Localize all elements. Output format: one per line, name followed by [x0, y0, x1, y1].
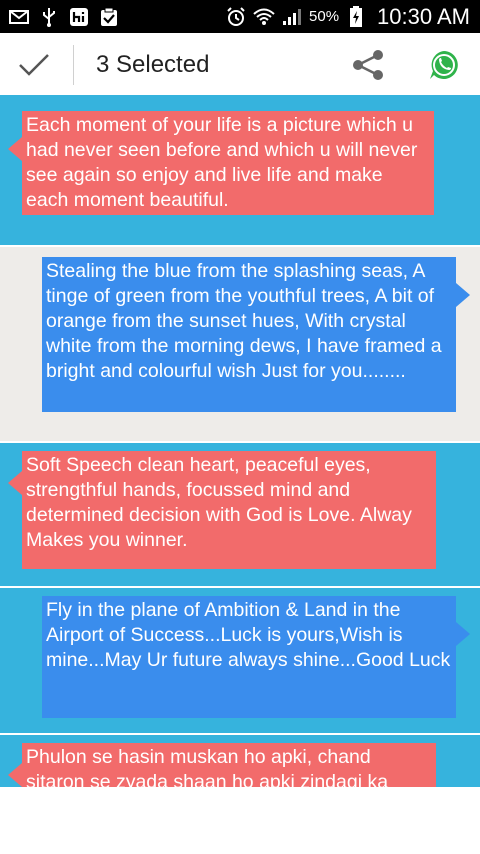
wifi-icon [253, 7, 275, 27]
status-bar: 50% 10:30 AM [0, 0, 480, 33]
action-bar: 3 Selected [0, 33, 480, 97]
alarm-icon [225, 6, 247, 27]
action-bar-divider [73, 45, 74, 85]
battery-percent: 50% [309, 8, 340, 25]
list-item[interactable]: Phulon se hasin muskan ho apki, chand si… [0, 735, 480, 787]
share-button[interactable] [348, 47, 388, 83]
message-bubble: Stealing the blue from the splashing sea… [42, 257, 456, 412]
list-item[interactable]: Soft Speech clean heart, peaceful eyes, … [0, 443, 480, 586]
message-bubble: Fly in the plane of Ambition & Land in t… [42, 596, 456, 718]
bubble-tail [8, 471, 22, 495]
clock: 10:30 AM [377, 3, 470, 29]
selection-count-title: 3 Selected [96, 51, 210, 78]
message-bubble: Each moment of your life is a picture wh… [22, 111, 434, 215]
bottom-area [0, 787, 480, 854]
bubble-tail [8, 137, 22, 161]
battery-charging-icon [345, 5, 367, 27]
share-icon [353, 50, 383, 80]
signal-icon [281, 7, 303, 27]
list-item[interactable]: Stealing the blue from the splashing sea… [0, 247, 480, 441]
message-list[interactable]: Each moment of your life is a picture wh… [0, 97, 480, 787]
whatsapp-icon [430, 51, 458, 79]
clipboard-check-icon [98, 7, 120, 27]
check-icon [19, 54, 49, 76]
list-item[interactable]: Fly in the plane of Ambition & Land in t… [0, 588, 480, 733]
message-bubble: Phulon se hasin muskan ho apki, chand si… [22, 743, 436, 787]
list-item[interactable]: Each moment of your life is a picture wh… [0, 97, 480, 245]
bubble-tail [456, 622, 470, 646]
done-button[interactable] [14, 47, 54, 83]
email-icon [8, 7, 30, 27]
whatsapp-button[interactable] [424, 47, 464, 83]
bubble-tail [456, 283, 470, 307]
message-bubble: Soft Speech clean heart, peaceful eyes, … [22, 451, 436, 569]
bubble-tail [8, 763, 22, 787]
usb-icon [38, 7, 60, 27]
hi-icon [68, 7, 90, 27]
